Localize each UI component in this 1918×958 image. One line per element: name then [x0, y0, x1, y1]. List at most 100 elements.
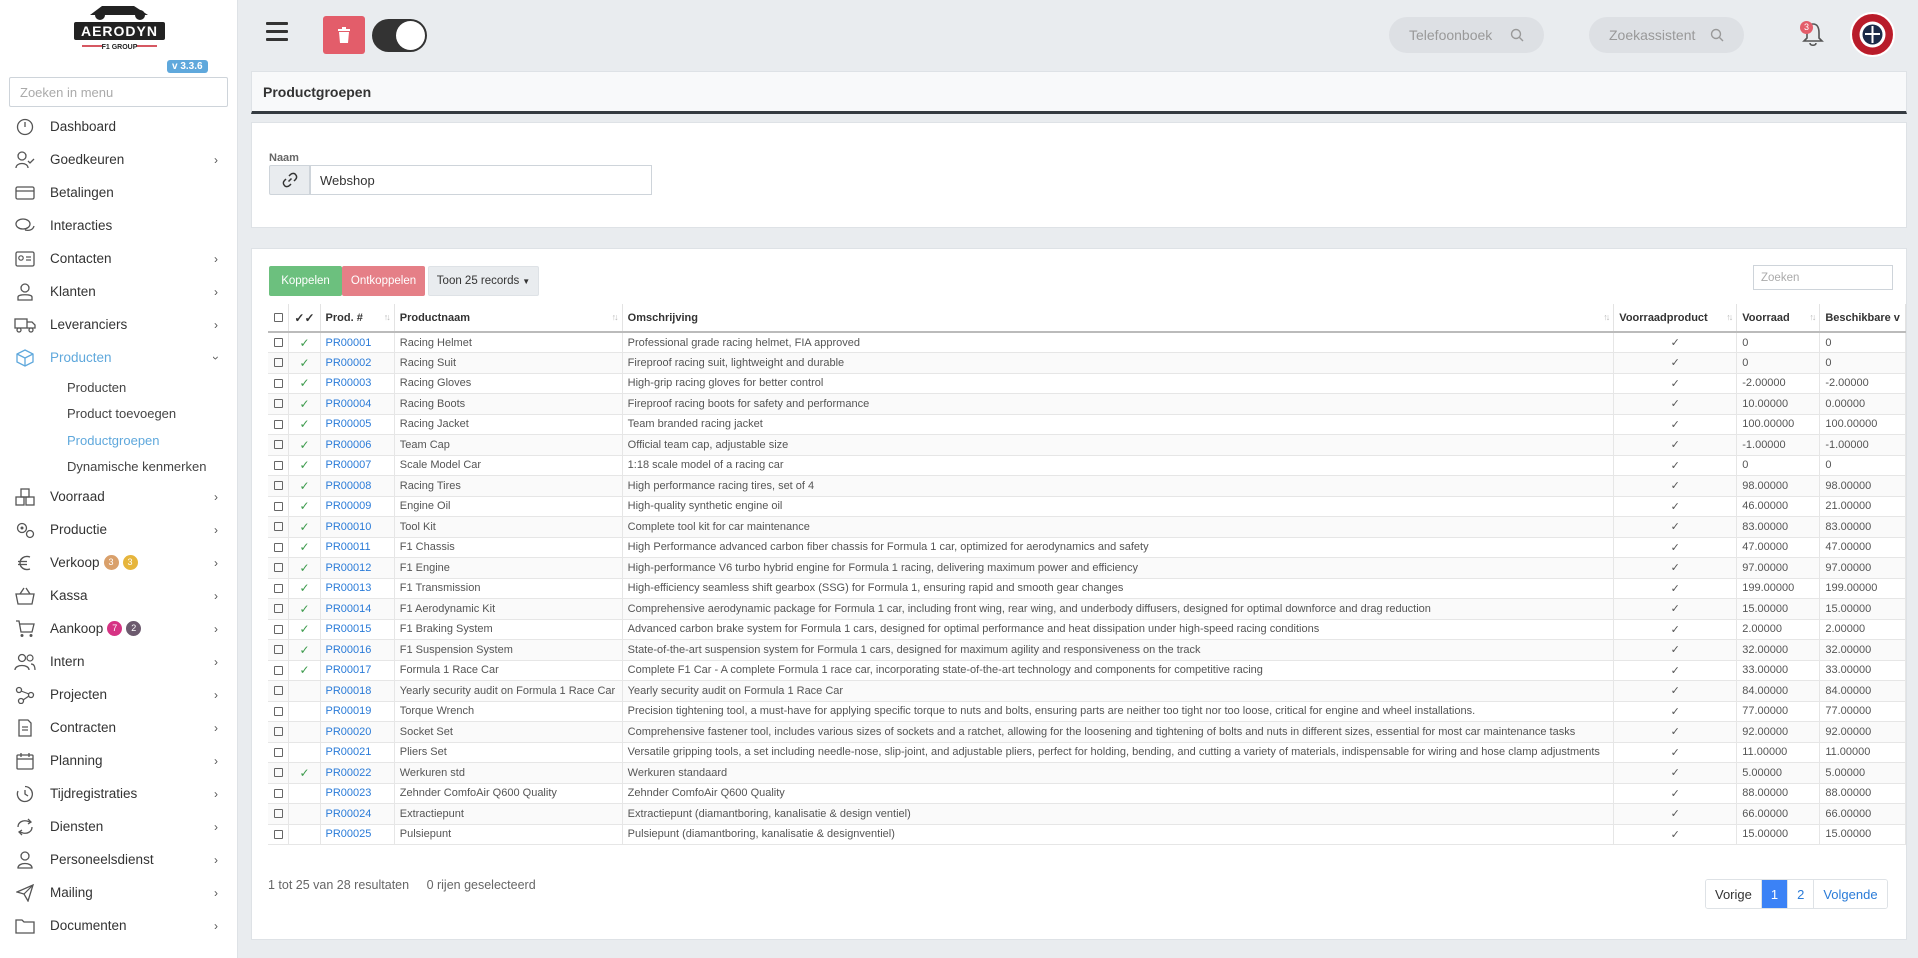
sidebar-item-leveranciers[interactable]: Leveranciers › [0, 308, 238, 341]
column-header-omschrijving[interactable]: Omschrijving ↑↓ [622, 304, 1615, 333]
product-number-link[interactable]: PR00014 [320, 598, 395, 620]
row-checkbox[interactable] [268, 598, 290, 620]
table-row[interactable]: ✓ PR00022 Werkuren std Werkuren standaard ✓ 5… [268, 762, 1906, 784]
row-checkbox[interactable] [268, 475, 290, 497]
product-number-link[interactable]: PR00003 [320, 373, 395, 394]
product-number-link[interactable]: PR00012 [320, 557, 395, 579]
product-number-link[interactable]: PR00024 [320, 803, 395, 825]
row-checkbox[interactable] [268, 434, 290, 456]
table-row[interactable]: ✓ PR00001 Racing Helmet Professional grade … [268, 332, 1906, 353]
table-row[interactable]: ✓ PR00002 Racing Suit Fireproof racing suit… [268, 352, 1906, 374]
table-row[interactable]: ✓ PR00006 Team Cap Official team cap, adjus… [268, 434, 1906, 456]
table-row[interactable]: ✓ PR00014 F1 Aerodynamic Kit Comprehensive … [268, 598, 1906, 620]
product-number-link[interactable]: PR00016 [320, 639, 395, 661]
row-checkbox[interactable] [268, 762, 290, 784]
aerodyn-logo[interactable]: AERODYN F1 GROUP [72, 2, 167, 54]
product-number-link[interactable]: PR00004 [320, 393, 395, 415]
table-row[interactable]: ✓ PR00004 Racing Boots Fireproof racing boo… [268, 393, 1906, 415]
table-row[interactable]: PR00020 Socket Set Comprehensive fastener … [268, 721, 1906, 743]
table-row[interactable]: PR00018 Yearly security audit on Formula … [268, 680, 1906, 702]
table-row[interactable]: ✓ PR00007 Scale Model Car 1:18 scale model … [268, 455, 1906, 476]
table-row[interactable]: PR00021 Pliers Set Versatile gripping tool… [268, 742, 1906, 763]
prev-page-button[interactable]: Vorige [1706, 880, 1762, 908]
submenu-item-productgroepen[interactable]: Productgroepen [0, 427, 238, 454]
next-page-button[interactable]: Volgende [1814, 880, 1887, 908]
table-row[interactable]: ✓ PR00013 F1 Transmission High-efficiency s… [268, 578, 1906, 599]
product-number-link[interactable]: PR00015 [320, 619, 395, 640]
row-checkbox[interactable] [268, 332, 290, 353]
sidebar-item-klanten[interactable]: Klanten › [0, 275, 238, 308]
table-row[interactable]: PR00024 Extractiepunt Extractiepunt (diama… [268, 803, 1906, 825]
column-header-beschikbare-voorraad[interactable]: Beschikbare v [1819, 304, 1906, 333]
row-checkbox[interactable] [268, 393, 290, 415]
row-checkbox[interactable] [268, 516, 290, 538]
row-checkbox[interactable] [268, 660, 290, 681]
hamburger-menu-icon[interactable] [266, 22, 288, 42]
product-number-link[interactable]: PR00001 [320, 332, 395, 353]
product-number-link[interactable]: PR00010 [320, 516, 395, 538]
table-row[interactable]: PR00025 Pulsiepunt Pulsiepunt (diamantbori… [268, 824, 1906, 845]
product-number-link[interactable]: PR00021 [320, 742, 395, 763]
row-checkbox[interactable] [268, 803, 290, 825]
sidebar-item-kassa[interactable]: Kassa › [0, 579, 238, 612]
sidebar-item-contacten[interactable]: Contacten › [0, 242, 238, 275]
sidebar-item-tijdregistraties[interactable]: Tijdregistraties › [0, 777, 238, 810]
row-checkbox[interactable] [268, 680, 290, 702]
submenu-item-product-toevoegen[interactable]: Product toevoegen [0, 401, 238, 428]
row-checkbox[interactable] [268, 373, 290, 394]
column-header-voorraadproduct[interactable]: Voorraadproduct ↑↓ [1613, 304, 1738, 333]
unlink-button[interactable]: Ontkoppelen [342, 266, 425, 296]
row-checkbox[interactable] [268, 824, 290, 845]
product-number-link[interactable]: PR00022 [320, 762, 395, 784]
phonebook-search[interactable]: Telefoonboek [1389, 17, 1544, 53]
row-checkbox[interactable] [268, 537, 290, 558]
sidebar-item-projecten[interactable]: Projecten › [0, 678, 238, 711]
table-row[interactable]: ✓ PR00011 F1 Chassis High Performance advan… [268, 537, 1906, 558]
sidebar-item-dashboard[interactable]: Dashboard [0, 110, 238, 143]
sidebar-item-intern[interactable]: Intern › [0, 645, 238, 678]
sidebar-item-betalingen[interactable]: Betalingen [0, 176, 238, 209]
sidebar-item-producten[interactable]: Producten › [0, 341, 238, 374]
select-all-checkbox[interactable] [268, 304, 290, 333]
sidebar-item-contracten[interactable]: Contracten › [0, 711, 238, 744]
name-input[interactable] [310, 165, 652, 195]
link-addon[interactable] [269, 165, 310, 195]
row-checkbox[interactable] [268, 701, 290, 722]
table-row[interactable]: ✓ PR00008 Racing Tires High performance rac… [268, 475, 1906, 497]
row-checkbox[interactable] [268, 783, 290, 804]
table-search-input[interactable] [1753, 265, 1893, 290]
table-row[interactable]: PR00023 Zehnder ComfoAir Q600 Quality Zehn… [268, 783, 1906, 804]
sidebar-item-interacties[interactable]: Interacties [0, 209, 238, 242]
product-number-link[interactable]: PR00018 [320, 680, 395, 702]
sidebar-item-goedkeuren[interactable]: Goedkeuren › [0, 143, 238, 176]
row-checkbox[interactable] [268, 414, 290, 435]
row-checkbox[interactable] [268, 742, 290, 763]
row-checkbox[interactable] [268, 455, 290, 476]
sidebar-item-productie[interactable]: Productie › [0, 513, 238, 546]
row-checkbox[interactable] [268, 578, 290, 599]
user-avatar[interactable] [1850, 12, 1895, 57]
product-number-link[interactable]: PR00008 [320, 475, 395, 497]
row-checkbox[interactable] [268, 619, 290, 640]
product-number-link[interactable]: PR00025 [320, 824, 395, 845]
table-row[interactable]: ✓ PR00003 Racing Gloves High-grip racing gl… [268, 373, 1906, 394]
menu-search-input[interactable] [9, 77, 228, 107]
page-1-button[interactable]: 1 [1761, 880, 1789, 908]
table-row[interactable]: ✓ PR00017 Formula 1 Race Car Complete F1 Ca… [268, 660, 1906, 681]
table-row[interactable]: PR00019 Torque Wrench Precision tightening… [268, 701, 1906, 722]
table-row[interactable]: ✓ PR00012 F1 Engine High-performance V6 tur… [268, 557, 1906, 579]
column-header-productnaam[interactable]: Productnaam ↑↓ [394, 304, 623, 333]
column-header-prod-nr[interactable]: Prod. # ↑↓ [320, 304, 395, 333]
product-number-link[interactable]: PR00006 [320, 434, 395, 456]
column-header-voorraad[interactable]: Voorraad ↑↓ [1736, 304, 1821, 333]
product-number-link[interactable]: PR00017 [320, 660, 395, 681]
product-number-link[interactable]: PR00013 [320, 578, 395, 599]
product-number-link[interactable]: PR00023 [320, 783, 395, 804]
sidebar-item-mailing[interactable]: Mailing › [0, 876, 238, 909]
submenu-item-dynamische-kenmerken[interactable]: Dynamische kenmerken [0, 454, 238, 481]
sidebar-item-planning[interactable]: Planning › [0, 744, 238, 777]
page-2-button[interactable]: 2 [1788, 880, 1815, 908]
theme-toggle[interactable] [372, 19, 427, 52]
submenu-item-producten[interactable]: Producten [0, 374, 238, 401]
assistant-search[interactable]: Zoekassistent [1589, 17, 1744, 53]
